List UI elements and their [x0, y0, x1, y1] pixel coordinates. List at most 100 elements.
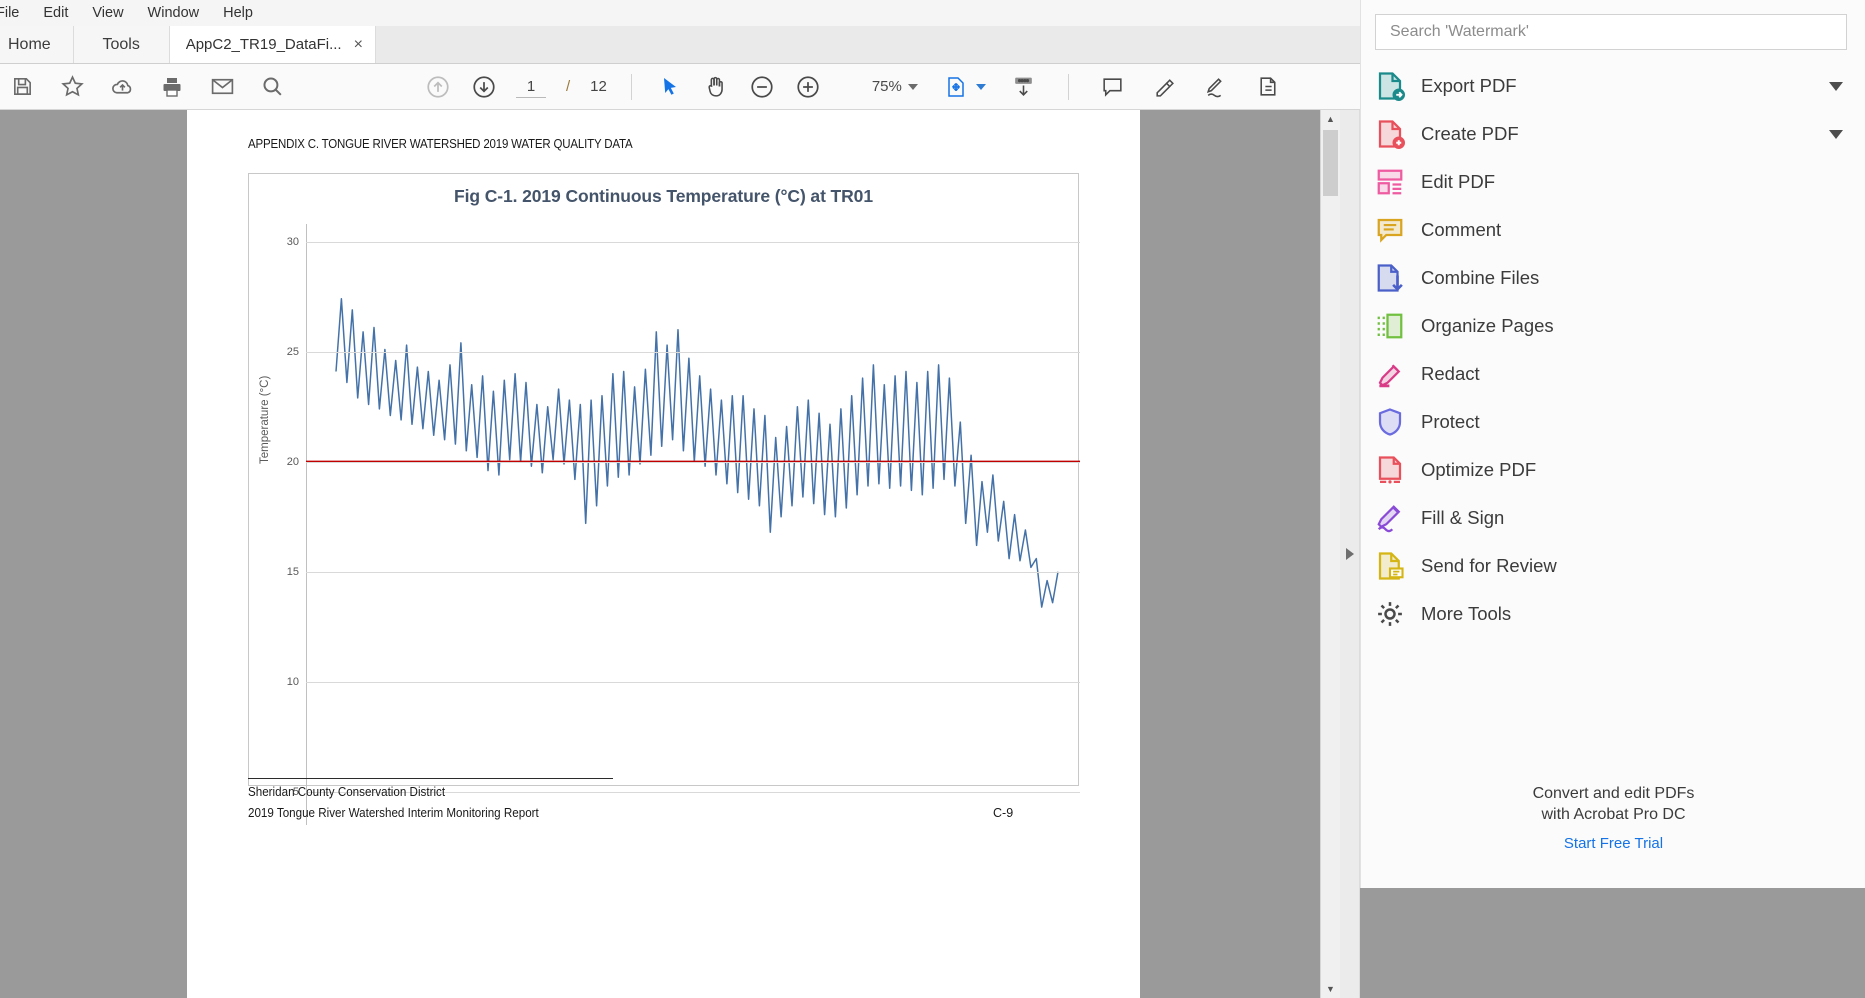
footer-divider: [248, 778, 613, 779]
scroll-up-icon[interactable]: ▲: [1321, 110, 1340, 128]
toolbar-navigation-group: 1 / 12: [424, 73, 822, 101]
fit-page-selector[interactable]: [942, 73, 986, 101]
vertical-scrollbar[interactable]: ▲ ▼: [1320, 110, 1340, 998]
tool-item-label: Fill & Sign: [1421, 507, 1505, 528]
chart-y-tick-label: 30: [286, 235, 299, 248]
stamp-icon[interactable]: [1255, 73, 1283, 101]
edit-pdf-icon: [1375, 167, 1405, 197]
zoom-level-selector[interactable]: 75%: [866, 78, 918, 95]
chart-y-tick-label: 10: [286, 675, 299, 688]
chevron-down-icon[interactable]: [1829, 81, 1843, 91]
promo-line-1: Convert and edit PDFs: [1532, 785, 1695, 802]
close-icon[interactable]: ×: [354, 36, 363, 53]
search-input[interactable]: [1375, 14, 1847, 50]
create-pdf-icon: [1375, 119, 1405, 149]
footer-report-title: 2019 Tongue River Watershed Interim Moni…: [248, 806, 539, 820]
tab-document[interactable]: AppC2_TR19_DataFi... ×: [169, 26, 376, 63]
comment-icon[interactable]: [1099, 73, 1127, 101]
comment-icon: [1375, 215, 1405, 245]
zoom-out-icon[interactable]: [748, 73, 776, 101]
chart-series-svg: [306, 224, 1080, 825]
toolbar-divider-2: [1067, 73, 1069, 100]
panel-collapse-handle[interactable]: [1340, 110, 1360, 998]
page-separator: /: [566, 78, 571, 95]
print-icon[interactable]: [158, 73, 186, 101]
tool-item-label: Edit PDF: [1421, 171, 1496, 192]
tool-item-export-pdf[interactable]: Export PDF: [1361, 62, 1865, 110]
chevron-down-icon[interactable]: [1829, 129, 1843, 139]
tool-item-edit-pdf[interactable]: Edit PDF: [1361, 158, 1865, 206]
footer-page-number: C-9: [993, 806, 1014, 820]
select-cursor-icon[interactable]: [656, 73, 684, 101]
chart-plot-area: 30 25 20 15 10 5: [287, 224, 1080, 825]
tab-tools-label: Tools: [102, 35, 140, 53]
page-up-icon[interactable]: [424, 73, 452, 101]
start-free-trial-link[interactable]: Start Free Trial: [1361, 835, 1865, 852]
tab-document-label: AppC2_TR19_DataFi...: [185, 36, 342, 53]
scroll-down-icon[interactable]: ▼: [1321, 980, 1340, 998]
organize-pages-icon: [1375, 311, 1405, 341]
scroll-mode-icon[interactable]: [1010, 73, 1038, 101]
chart-gridline: [306, 461, 1080, 463]
tool-item-organize-pages[interactable]: Organize Pages: [1361, 302, 1865, 350]
tool-item-label: Send for Review: [1421, 555, 1557, 576]
zoom-in-icon[interactable]: [794, 73, 822, 101]
hand-tool-icon[interactable]: [702, 73, 730, 101]
email-icon[interactable]: [208, 73, 236, 101]
save-icon[interactable]: [8, 73, 36, 101]
scrollbar-thumb[interactable]: [1323, 130, 1338, 196]
star-icon[interactable]: [58, 73, 86, 101]
menu-file[interactable]: File: [0, 0, 31, 26]
upload-cloud-icon[interactable]: [108, 73, 136, 101]
chevron-down-icon[interactable]: [907, 83, 918, 90]
tool-item-label: Export PDF: [1421, 75, 1517, 96]
page-down-icon[interactable]: [470, 73, 498, 101]
chart-gridline: [306, 681, 1080, 683]
chart-series-line: [336, 299, 1058, 607]
combine-files-icon: [1375, 263, 1405, 293]
toolbar-view-group: 75%: [866, 73, 1283, 101]
search-icon[interactable]: [258, 73, 286, 101]
fit-page-icon[interactable]: [942, 73, 970, 101]
chart-gridline: [306, 351, 1080, 353]
more-tools-icon: [1375, 599, 1405, 629]
protect-icon: [1375, 407, 1405, 437]
menu-window[interactable]: Window: [136, 0, 212, 26]
tools-list: Export PDF Create PDF Edit PDF Comment C…: [1361, 62, 1865, 638]
tool-item-send-for-review[interactable]: Send for Review: [1361, 542, 1865, 590]
tool-item-fill-sign[interactable]: Fill & Sign: [1361, 494, 1865, 542]
workspace-left-gutter: [0, 110, 187, 998]
tool-item-label: Optimize PDF: [1421, 459, 1537, 480]
menu-view[interactable]: View: [80, 0, 135, 26]
tool-item-label: Protect: [1421, 411, 1480, 432]
promo-block: Convert and edit PDFs with Acrobat Pro D…: [1361, 783, 1865, 852]
tool-item-optimize-pdf[interactable]: Optimize PDF: [1361, 446, 1865, 494]
tab-tools[interactable]: Tools: [73, 26, 170, 63]
menu-help[interactable]: Help: [211, 0, 265, 26]
figure-container: Fig C-1. 2019 Continuous Temperature (°C…: [248, 173, 1080, 825]
chevron-down-icon[interactable]: [975, 83, 986, 90]
chevron-right-icon: [1345, 548, 1354, 560]
chart-y-tick-label: 25: [286, 345, 299, 358]
tool-item-comment[interactable]: Comment: [1361, 206, 1865, 254]
footer-organization: Sheridan County Conservation District: [248, 785, 446, 799]
tool-item-protect[interactable]: Protect: [1361, 398, 1865, 446]
tool-item-more-tools[interactable]: More Tools: [1361, 590, 1865, 638]
tool-item-label: Organize Pages: [1421, 315, 1554, 336]
page-total-label: 12: [590, 78, 607, 95]
fill-sign-icon: [1375, 503, 1405, 533]
chart-y-axis-label: Temperature (°C): [259, 375, 271, 464]
sign-icon[interactable]: [1203, 73, 1231, 101]
document-header: APPENDIX C. TONGUE RIVER WATERSHED 2019 …: [248, 137, 633, 151]
tab-home[interactable]: Home: [0, 26, 74, 63]
tool-item-label: More Tools: [1421, 603, 1512, 624]
tool-item-redact[interactable]: Redact: [1361, 350, 1865, 398]
tool-item-create-pdf[interactable]: Create PDF: [1361, 110, 1865, 158]
tool-item-combine-files[interactable]: Combine Files: [1361, 254, 1865, 302]
page-number-input[interactable]: 1: [516, 75, 546, 98]
highlight-icon[interactable]: [1151, 73, 1179, 101]
menu-edit[interactable]: Edit: [31, 0, 80, 26]
optimize-pdf-icon: [1375, 455, 1405, 485]
pdf-page: APPENDIX C. TONGUE RIVER WATERSHED 2019 …: [187, 110, 1140, 998]
toolbar-divider-1: [630, 73, 632, 100]
